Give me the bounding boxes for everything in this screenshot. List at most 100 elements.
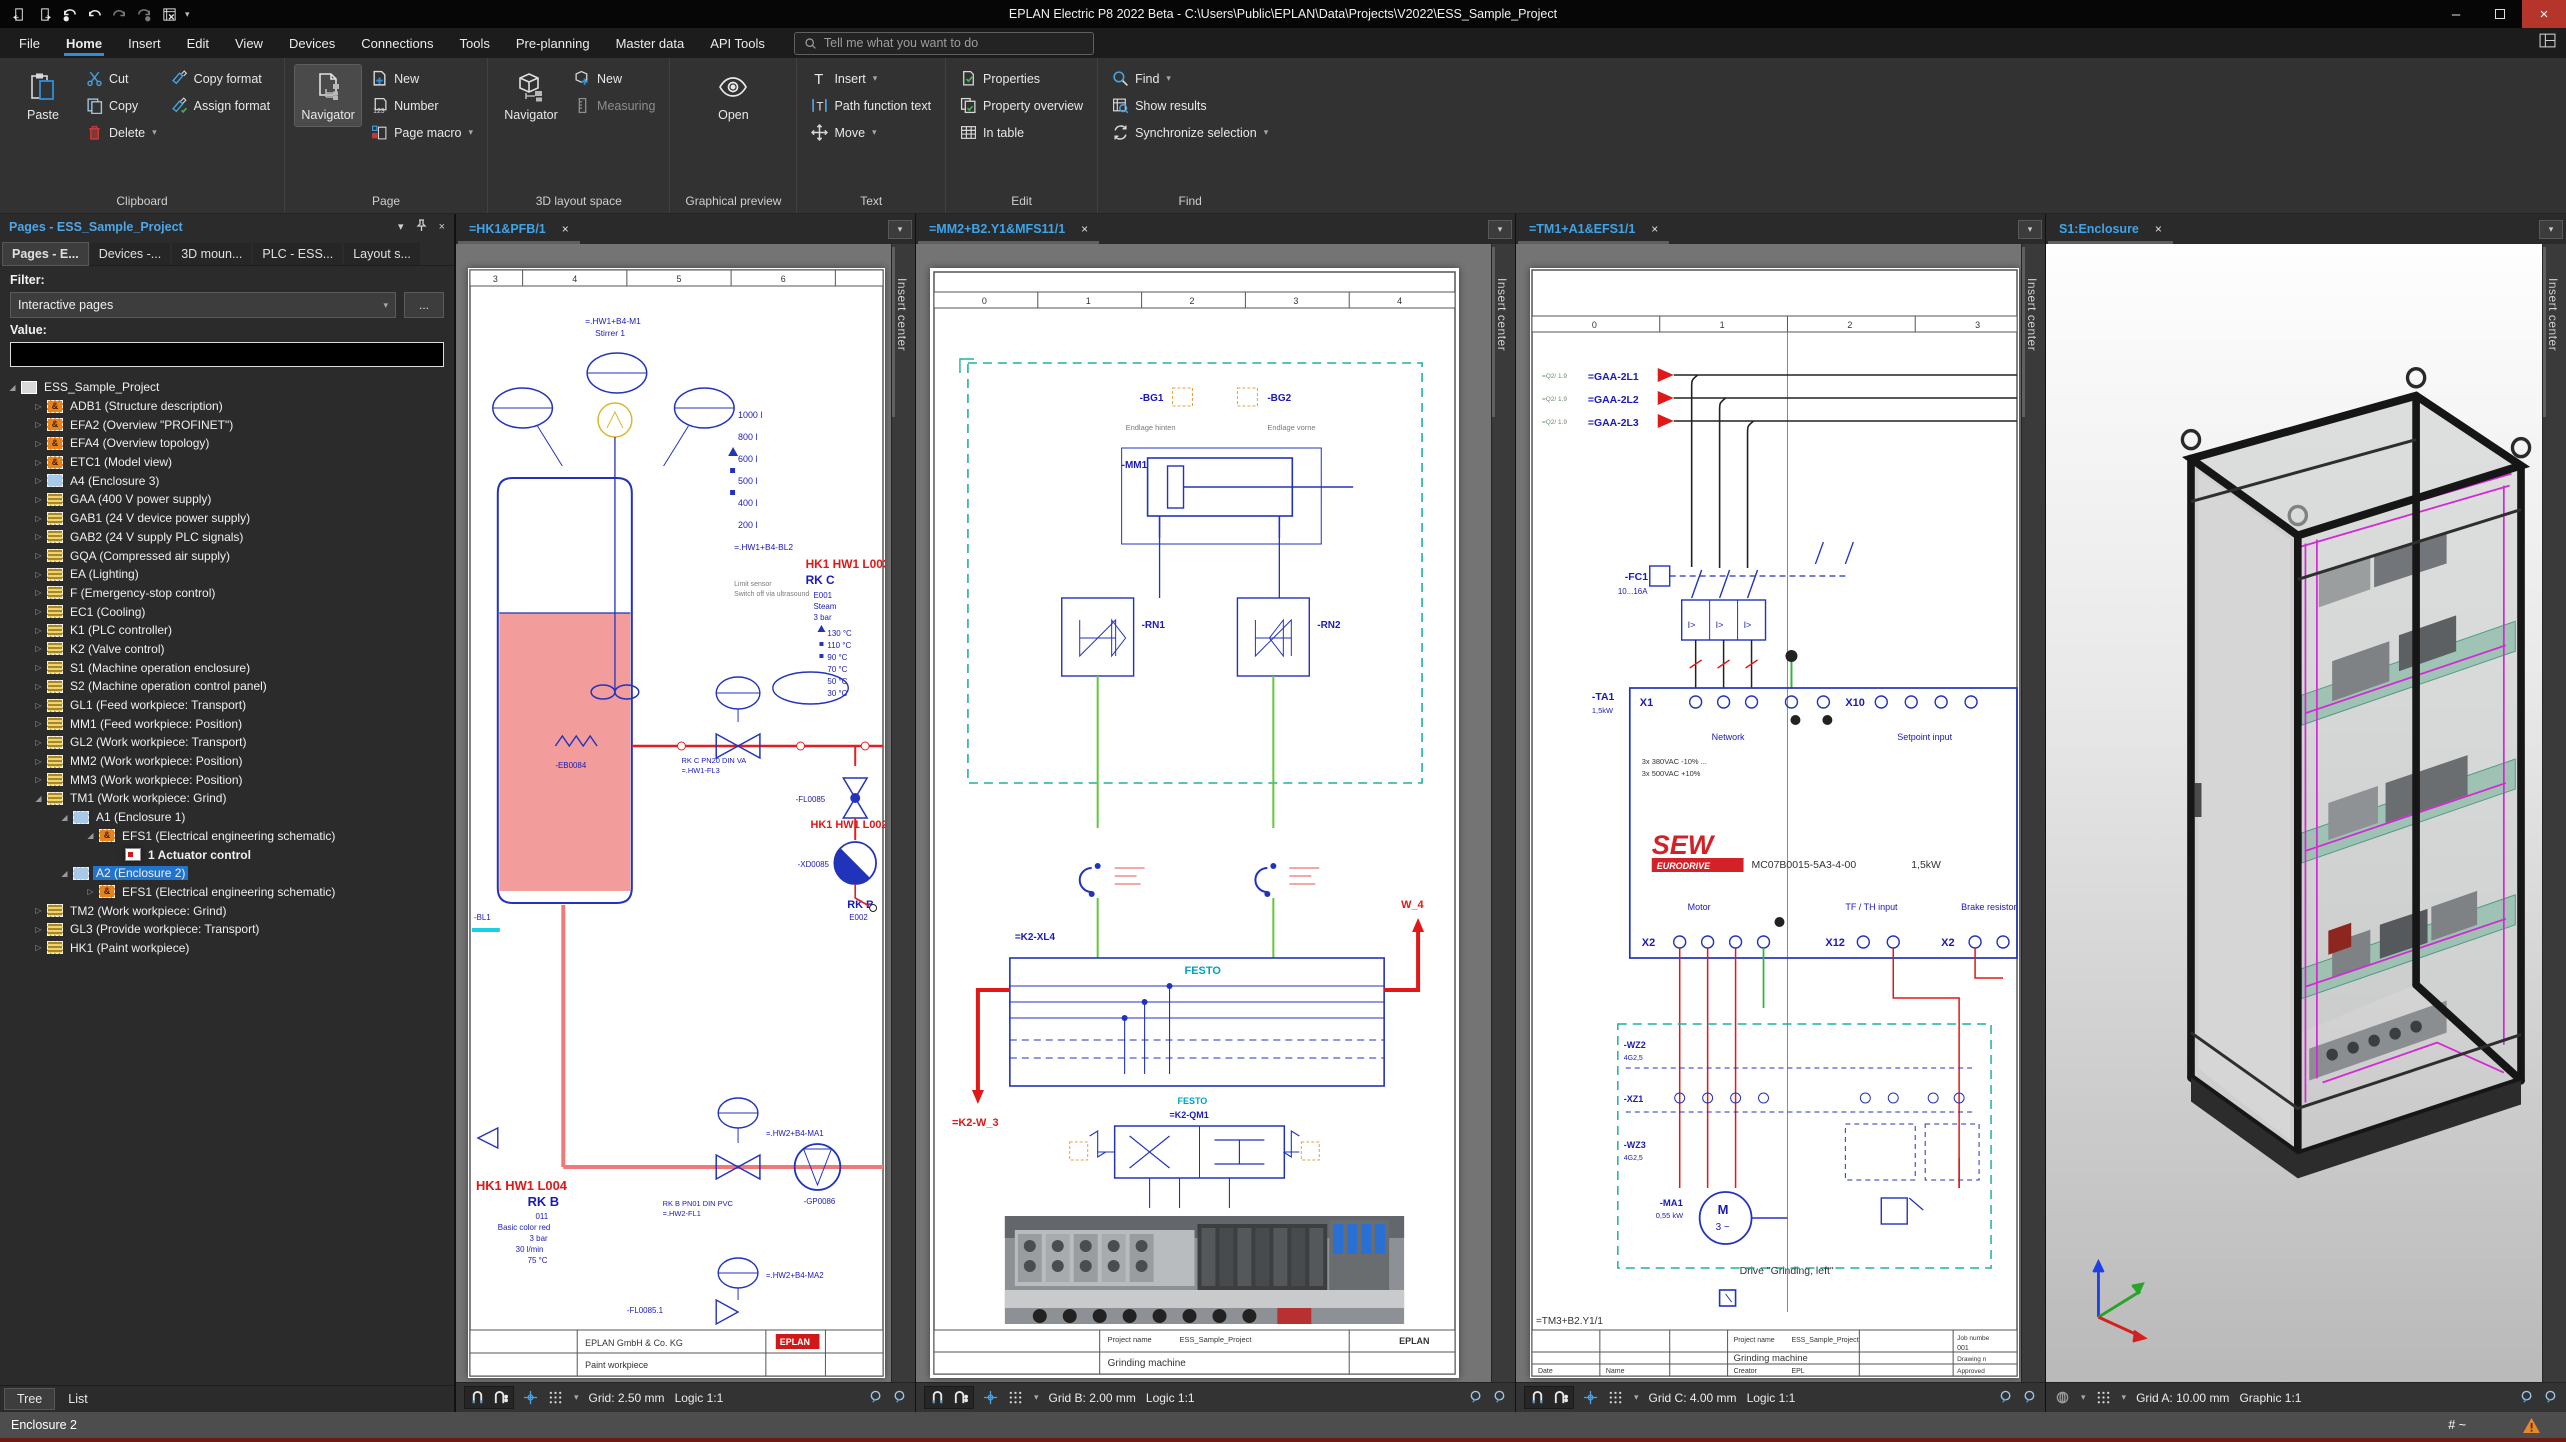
doc4-tab[interactable]: S1:Enclosure ×	[2046, 214, 2175, 244]
snap-on-icon[interactable]	[930, 1390, 945, 1405]
tree-expander-icon[interactable]: ◢	[82, 831, 99, 840]
tree-expander-icon[interactable]: ▷	[30, 682, 47, 691]
object-snap-icon[interactable]	[493, 1390, 508, 1405]
redo-icon[interactable]	[110, 5, 128, 23]
tree-expander-icon[interactable]: ▷	[30, 476, 47, 485]
view-mode-icon[interactable]	[2055, 1390, 2070, 1405]
status-symbols[interactable]: # ~	[2448, 1418, 2466, 1432]
doc2-insert-center-strip[interactable]: Insert center	[1491, 244, 1515, 1382]
grid-icon[interactable]	[2096, 1390, 2111, 1405]
tab-3d-mounting[interactable]: 3D moun...	[172, 243, 251, 265]
doc3-close-icon[interactable]: ×	[1651, 222, 1658, 236]
tree-expander-icon[interactable]: ▷	[30, 663, 47, 672]
page-macro-dropdown-icon[interactable]: ▾	[469, 127, 474, 138]
tree-expander-icon[interactable]: ▷	[30, 626, 47, 635]
tree-view-tab[interactable]: Tree	[5, 1389, 54, 1409]
warning-icon[interactable]	[2522, 1417, 2541, 1434]
find-dropdown-icon[interactable]: ▾	[1166, 73, 1171, 84]
doc1-tab[interactable]: =HK1&PFB/1 ×	[456, 214, 582, 244]
synchronize-selection-button[interactable]: Synchronize selection▾	[1108, 120, 1272, 145]
tree-item[interactable]: ◢ESS_Sample_Project	[0, 378, 454, 397]
copy-button[interactable]: Copy	[82, 93, 161, 118]
cut-button[interactable]: Cut	[82, 66, 161, 91]
layout-new-button[interactable]: New	[570, 66, 659, 91]
tree-expander-icon[interactable]: ◢	[56, 869, 73, 878]
value-input[interactable]	[10, 342, 444, 367]
doc4-close-icon[interactable]: ×	[2155, 222, 2162, 236]
in-table-button[interactable]: In table	[956, 120, 1087, 145]
tree-expander-icon[interactable]: ◢	[30, 794, 47, 803]
doc4-canvas[interactable]	[2046, 244, 2542, 1382]
zoom-window-icon[interactable]	[1469, 1390, 1484, 1405]
tab-edit[interactable]: Edit	[174, 28, 222, 58]
tree-item[interactable]: ▷K2 (Valve control)	[0, 640, 454, 659]
tab-devices-nav[interactable]: Devices -...	[90, 243, 171, 265]
grid-icon[interactable]	[1008, 1390, 1023, 1405]
filter-more-button[interactable]: ...	[404, 292, 444, 318]
minimize-button[interactable]: –	[2434, 0, 2478, 28]
tree-item[interactable]: ◢A1 (Enclosure 1)	[0, 808, 454, 827]
tree-expander-icon[interactable]: ◢	[4, 383, 21, 392]
tree-item[interactable]: ▷MM1 (Feed workpiece: Position)	[0, 714, 454, 733]
tree-expander-icon[interactable]: ▷	[30, 701, 47, 710]
tree-item[interactable]: ▷K1 (PLC controller)	[0, 621, 454, 640]
scale[interactable]: Logic 1:1	[1146, 1391, 1195, 1405]
doc2-close-icon[interactable]: ×	[1081, 222, 1088, 236]
properties-button[interactable]: Properties	[956, 66, 1087, 91]
close-editor-icon[interactable]	[160, 5, 178, 23]
layout-navigator-button[interactable]: Navigator	[498, 65, 564, 126]
tree-item[interactable]: ▷EA (Lighting)	[0, 565, 454, 584]
tree-expander-icon[interactable]: ▷	[30, 644, 47, 653]
tab-tools[interactable]: Tools	[446, 28, 502, 58]
tree-item[interactable]: ▷GL1 (Feed workpiece: Transport)	[0, 696, 454, 715]
text-insert-button[interactable]: TInsert▾	[807, 66, 935, 91]
object-snap-icon[interactable]	[953, 1390, 968, 1405]
text-move-button[interactable]: Move▾	[807, 120, 935, 145]
filter-combo-caret-icon[interactable]: ▾	[383, 300, 388, 311]
design-mode-icon[interactable]	[523, 1390, 538, 1405]
doc2-tab[interactable]: =MM2+B2.Y1&MFS11/1 ×	[916, 214, 1101, 244]
zoom-fit-icon[interactable]	[2542, 1390, 2557, 1405]
tree-expander-icon[interactable]: ▷	[30, 420, 47, 429]
list-view-tab[interactable]: List	[56, 1389, 99, 1409]
tree-expander-icon[interactable]: ▷	[30, 402, 47, 411]
tab-devices[interactable]: Devices	[276, 28, 348, 58]
grid-icon[interactable]	[548, 1390, 563, 1405]
snap-on-icon[interactable]	[1530, 1390, 1545, 1405]
tree-expander-icon[interactable]: ▷	[30, 757, 47, 766]
panel-close-icon[interactable]: ×	[439, 221, 445, 233]
tree-item[interactable]: ◢TM1 (Work workpiece: Grind)	[0, 789, 454, 808]
property-overview-button[interactable]: Property overview	[956, 93, 1087, 118]
grid-dropdown-icon[interactable]: ▾	[1634, 1392, 1639, 1403]
grid-size[interactable]: Grid C: 4.00 mm	[1649, 1391, 1737, 1405]
zoom-window-icon[interactable]	[869, 1390, 884, 1405]
tree-expander-icon[interactable]: ▷	[30, 607, 47, 616]
tree-item[interactable]: ▷GAB2 (24 V supply PLC signals)	[0, 528, 454, 547]
move-dropdown-icon[interactable]: ▾	[872, 127, 877, 138]
maximize-button[interactable]	[2478, 0, 2522, 28]
tree-item[interactable]: ▷HK1 (Paint workpiece)	[0, 939, 454, 958]
tree-expander-icon[interactable]: ▷	[30, 458, 47, 467]
tab-pre-planning[interactable]: Pre-planning	[503, 28, 603, 58]
page-number-button[interactable]: 123Number	[367, 93, 477, 118]
tree-expander-icon[interactable]: ▷	[30, 532, 47, 541]
doc2-tab-list-icon[interactable]: ▾	[1488, 220, 1512, 239]
tree-expander-icon[interactable]: ▷	[30, 906, 47, 915]
tree-item[interactable]: ▷F (Emergency-stop control)	[0, 584, 454, 603]
tree-expander-icon[interactable]: ▷	[30, 775, 47, 784]
grid-size[interactable]: Grid: 2.50 mm	[589, 1391, 665, 1405]
tree-item[interactable]: ▷&EFS1 (Electrical engineering schematic…	[0, 883, 454, 902]
tab-master-data[interactable]: Master data	[603, 28, 698, 58]
tree-expander-icon[interactable]: ▷	[82, 887, 99, 896]
grid-size[interactable]: Grid A: 10.00 mm	[2136, 1391, 2229, 1405]
tree-expander-icon[interactable]: ▷	[30, 925, 47, 934]
scale[interactable]: Graphic 1:1	[2239, 1391, 2301, 1405]
design-mode-icon[interactable]	[1583, 1390, 1598, 1405]
find-button[interactable]: Find▾	[1108, 66, 1272, 91]
close-button[interactable]: ×	[2522, 0, 2566, 28]
tree-item[interactable]: ▷GL2 (Work workpiece: Transport)	[0, 733, 454, 752]
page-new-button[interactable]: New	[367, 66, 477, 91]
grid-dropdown-icon[interactable]: ▾	[1034, 1392, 1039, 1403]
view-mode-dropdown-icon[interactable]: ▾	[2081, 1392, 2086, 1403]
tree-expander-icon[interactable]: ▷	[30, 570, 47, 579]
